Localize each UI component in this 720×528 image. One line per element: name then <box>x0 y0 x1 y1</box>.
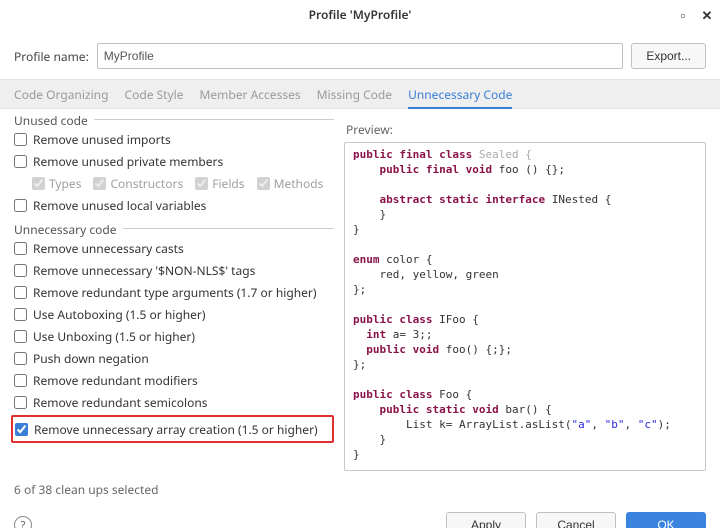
chk-modifiers[interactable] <box>14 374 27 387</box>
lbl-unboxing: Use Unboxing (1.5 or higher) <box>33 328 195 345</box>
chk-methods <box>257 177 270 190</box>
lbl-types: Types <box>49 175 81 192</box>
profile-name-label: Profile name: <box>14 48 89 65</box>
chk-fields <box>195 177 208 190</box>
chk-types <box>32 177 45 190</box>
chk-array-creation[interactable] <box>15 423 28 436</box>
export-button[interactable]: Export... <box>631 43 706 69</box>
highlighted-option: Remove unnecessary array creation (1.5 o… <box>11 415 334 443</box>
tab-code-organizing[interactable]: Code Organizing <box>14 80 108 108</box>
chk-unboxing[interactable] <box>14 330 27 343</box>
lbl-casts: Remove unnecessary casts <box>33 240 184 257</box>
chk-nonnls[interactable] <box>14 264 27 277</box>
chk-autoboxing[interactable] <box>14 308 27 321</box>
lbl-remove-private: Remove unused private members <box>33 153 223 170</box>
apply-button[interactable]: Apply <box>446 512 526 528</box>
status-text: 6 of 38 clean ups selected <box>0 475 720 504</box>
group-unnecessary-code: Unnecessary code Remove unnecessary cast… <box>14 228 334 443</box>
profile-name-input[interactable] <box>97 43 624 69</box>
chk-remove-locals[interactable] <box>14 199 27 212</box>
help-icon[interactable]: ? <box>14 516 32 528</box>
window-title: Profile 'MyProfile' <box>309 6 412 23</box>
chk-type-args[interactable] <box>14 286 27 299</box>
lbl-nonnls: Remove unnecessary '$NON-NLS$' tags <box>33 262 255 279</box>
maximize-icon[interactable]: ▫ <box>676 8 690 22</box>
tab-bar: Code Organizing Code Style Member Access… <box>0 79 720 109</box>
chk-remove-imports[interactable] <box>14 133 27 146</box>
title-bar: Profile 'MyProfile' ▫ ✕ <box>0 0 720 31</box>
tab-unnecessary-code[interactable]: Unnecessary Code <box>408 80 512 108</box>
chk-casts[interactable] <box>14 242 27 255</box>
lbl-push-down: Push down negation <box>33 350 149 367</box>
group-unused-code: Unused code Remove unused imports Remove… <box>14 119 334 216</box>
tab-member-accesses[interactable]: Member Accesses <box>200 80 301 108</box>
lbl-semicolons: Remove redundant semicolons <box>33 394 208 411</box>
close-icon[interactable]: ✕ <box>700 8 714 22</box>
group-title-unnecessary: Unnecessary code <box>14 221 123 238</box>
lbl-type-args: Remove redundant type arguments (1.7 or … <box>33 284 316 301</box>
cancel-button[interactable]: Cancel <box>536 512 616 528</box>
chk-remove-private[interactable] <box>14 155 27 168</box>
chk-constructors <box>93 177 106 190</box>
lbl-array-creation: Remove unnecessary array creation (1.5 o… <box>34 421 318 438</box>
lbl-remove-locals: Remove unused local variables <box>33 197 206 214</box>
lbl-fields: Fields <box>212 175 244 192</box>
group-title-unused: Unused code <box>14 112 94 129</box>
ok-button[interactable]: OK <box>626 512 706 528</box>
lbl-autoboxing: Use Autoboxing (1.5 or higher) <box>33 306 205 323</box>
tab-code-style[interactable]: Code Style <box>124 80 183 108</box>
lbl-methods: Methods <box>274 175 324 192</box>
tab-missing-code[interactable]: Missing Code <box>317 80 392 108</box>
chk-push-down[interactable] <box>14 352 27 365</box>
preview-label: Preview: <box>346 121 706 138</box>
lbl-remove-imports: Remove unused imports <box>33 131 171 148</box>
lbl-constructors: Constructors <box>110 175 183 192</box>
lbl-modifiers: Remove redundant modifiers <box>33 372 198 389</box>
chk-semicolons[interactable] <box>14 396 27 409</box>
preview-pane: public final class Sealed { public final… <box>344 142 706 471</box>
